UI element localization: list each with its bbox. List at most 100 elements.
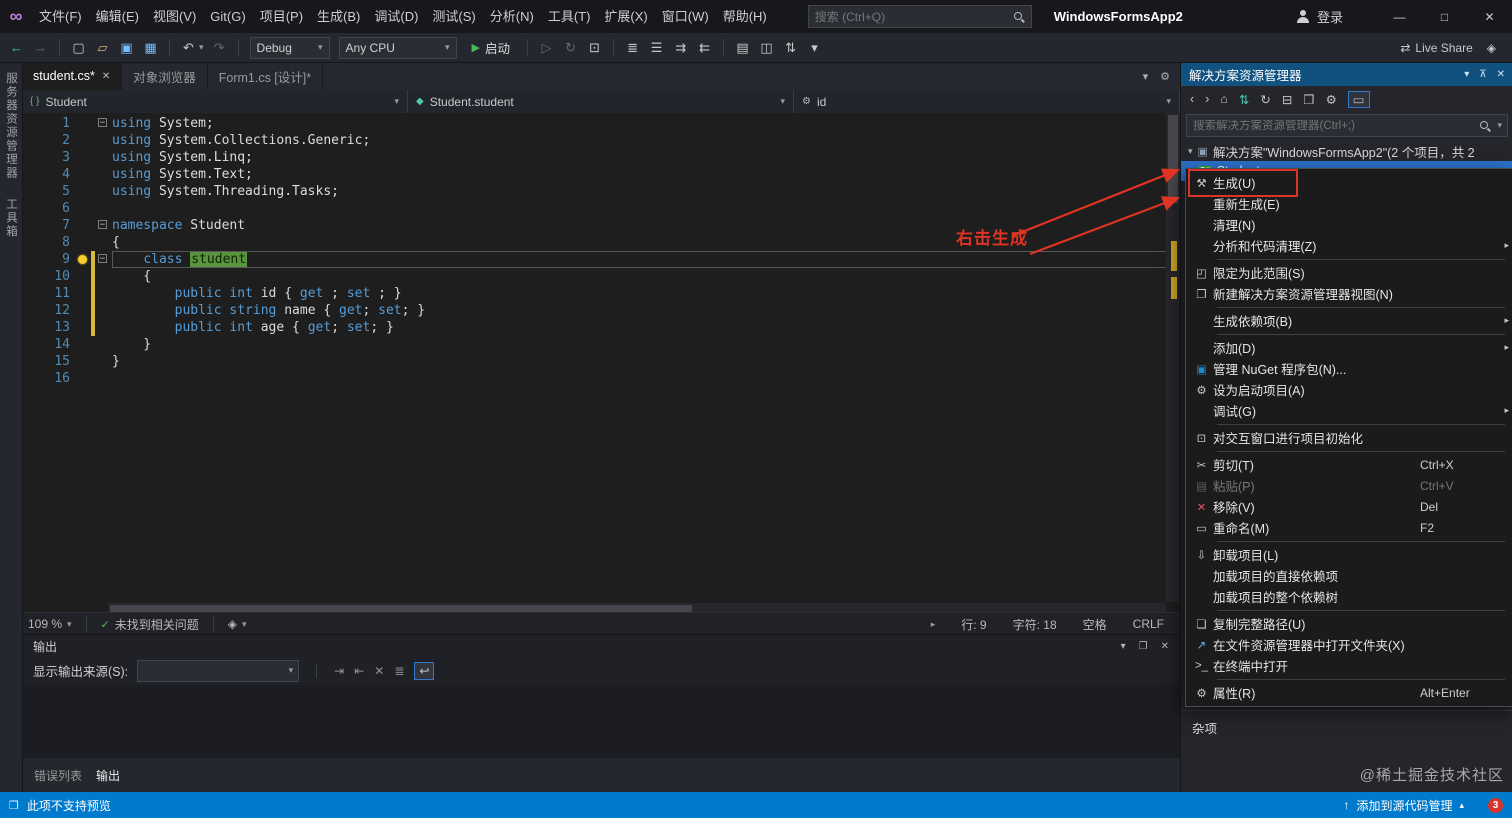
chevron-down-icon[interactable]: ▾: [1121, 641, 1126, 652]
forward-icon[interactable]: ›: [1205, 92, 1209, 106]
platform-dropdown[interactable]: Any CPU ▾: [338, 36, 457, 59]
panel-tab[interactable]: 输出: [96, 767, 120, 784]
maximize-button[interactable]: □: [1422, 0, 1467, 33]
code-line[interactable]: 9 class student: [22, 251, 1180, 268]
save-icon[interactable]: ▣: [116, 40, 137, 56]
more-options-icon[interactable]: ▾: [804, 40, 825, 56]
search-input[interactable]: [808, 9, 1007, 24]
refresh-icon[interactable]: ↻: [560, 40, 581, 56]
clear-all-icon[interactable]: ✕: [374, 664, 384, 678]
redo-icon[interactable]: ↷: [209, 40, 230, 56]
breadcrumb-segment-2[interactable]: ◆ Student.student ▾: [408, 90, 794, 113]
menu-item[interactable]: 调试(D): [367, 0, 425, 33]
context-menu-item[interactable]: 加载项目的直接依赖项: [1186, 565, 1512, 586]
column-indicator[interactable]: 字符: 18: [1013, 616, 1057, 633]
code-line[interactable]: 15}: [22, 353, 1180, 370]
context-menu-item[interactable]: ❏ 复制完整路径(U): [1186, 613, 1512, 634]
indent-icon[interactable]: ⇉: [670, 40, 691, 56]
code-line[interactable]: 10 {: [22, 268, 1180, 285]
menu-item[interactable]: 帮助(H): [716, 0, 774, 33]
refresh-icon[interactable]: ↻: [1260, 92, 1270, 107]
goto-message-icon[interactable]: ⇥: [334, 664, 344, 678]
code-editor[interactable]: 1 using System; 2 using System.Collections.…: [22, 113, 1180, 614]
run-without-debug-icon[interactable]: ▷: [536, 40, 557, 56]
context-menu-item[interactable]: ↗ 在文件资源管理器中打开文件夹(X): [1186, 634, 1512, 655]
save-all-icon[interactable]: ▦: [140, 40, 161, 56]
open-folder-icon[interactable]: ▱: [92, 40, 113, 56]
context-menu-item[interactable]: ⚒ 生成(U): [1186, 169, 1512, 197]
menu-item[interactable]: 视图(V): [146, 0, 203, 33]
minimize-button[interactable]: —: [1377, 0, 1422, 33]
editor-options-icon[interactable]: ⚙: [1160, 70, 1170, 83]
menu-item[interactable]: 扩展(X): [597, 0, 654, 33]
start-button[interactable]: ▶ 启动: [463, 38, 519, 57]
breadcrumb-segment-1[interactable]: { } Student ▾: [22, 90, 408, 113]
collapse-all-icon[interactable]: ⊟: [1282, 92, 1292, 107]
toggle-lines-icon[interactable]: ≣: [394, 664, 404, 678]
home-icon[interactable]: ⌂: [1220, 92, 1228, 106]
context-menu-item[interactable]: ▤ 粘贴(P) Ctrl+V: [1186, 475, 1512, 496]
context-menu-item[interactable]: ❐ 新建解决方案资源管理器视图(N): [1186, 283, 1512, 304]
source-control-button[interactable]: ↑ 添加到源代码管理 ▴: [1343, 797, 1464, 814]
navigate-forward-icon[interactable]: →: [30, 40, 51, 55]
side-tool-tab-2[interactable]: 工具箱: [3, 198, 19, 239]
context-menu-item[interactable]: ⇩ 卸载项目(L): [1186, 544, 1512, 565]
context-menu-item[interactable]: ⊡ 对交互窗口进行项目初始化: [1186, 427, 1512, 448]
code-line[interactable]: 16: [22, 370, 1180, 387]
menu-item[interactable]: 测试(S): [425, 0, 482, 33]
menu-item[interactable]: 文件(F): [32, 0, 89, 33]
line-indicator[interactable]: 行: 9: [961, 616, 986, 633]
close-icon[interactable]: ✕: [1497, 69, 1505, 80]
context-menu-item[interactable]: >_ 在终端中打开: [1186, 655, 1512, 676]
code-metrics-indicator[interactable]: ◈ ▾: [222, 617, 253, 631]
context-menu-item[interactable]: ✕ 移除(V) Del: [1186, 496, 1512, 517]
comment-icon[interactable]: ▤: [732, 40, 753, 56]
live-share-button[interactable]: ⇄ Live Share: [1400, 41, 1472, 55]
zoom-control[interactable]: 109 % ▾: [22, 617, 78, 631]
code-line[interactable]: 6: [22, 200, 1180, 217]
solution-search-box[interactable]: ▾: [1186, 114, 1508, 137]
solution-search-input[interactable]: [1187, 119, 1474, 132]
side-tool-tab-1[interactable]: 服务器资源管理器: [3, 72, 19, 180]
context-menu-item[interactable]: ▣ 管理 NuGet 程序包(N)...: [1186, 358, 1512, 379]
restore-icon[interactable]: ❐: [1139, 641, 1148, 652]
word-wrap-icon[interactable]: ↩: [414, 661, 435, 680]
code-line[interactable]: 14 }: [22, 336, 1180, 353]
vertical-scrollbar[interactable]: [1166, 113, 1180, 602]
context-menu-item[interactable]: ▭ 重命名(M) F2: [1186, 517, 1512, 538]
menu-item[interactable]: 项目(P): [253, 0, 310, 33]
spaces-indicator[interactable]: 空格: [1083, 616, 1107, 633]
navigate-backward-icon[interactable]: ←: [6, 40, 27, 55]
solution-explorer-title-bar[interactable]: 解决方案资源管理器 ▾ ⊼ ✕: [1181, 62, 1512, 86]
scrollbar-thumb[interactable]: [110, 605, 692, 612]
context-menu-item[interactable]: 分析和代码清理(Z) ▸: [1186, 235, 1512, 256]
context-menu-item[interactable]: ⚙ 属性(R) Alt+Enter: [1186, 682, 1512, 703]
code-line[interactable]: 2 using System.Collections.Generic;: [22, 132, 1180, 149]
previous-message-icon[interactable]: ⇤: [354, 664, 364, 678]
document-tab-3[interactable]: Form1.cs [设计]*: [208, 62, 324, 90]
code-line[interactable]: 5 using System.Threading.Tasks;: [22, 183, 1180, 200]
list-icon[interactable]: ☰: [646, 40, 667, 56]
code-line[interactable]: 4 using System.Text;: [22, 166, 1180, 183]
close-icon[interactable]: ✕: [1161, 641, 1169, 652]
new-project-icon[interactable]: ▢: [68, 40, 89, 56]
output-panel-header[interactable]: 输出 ▾ ❐ ✕: [22, 635, 1180, 657]
breadcrumb-segment-3[interactable]: ⚙ id ▾: [794, 90, 1180, 113]
tree-item-solution[interactable]: ▾ ▣ 解决方案"WindowsFormsApp2"(2 个项目，共 2: [1181, 141, 1512, 161]
output-source-dropdown[interactable]: ▾: [137, 659, 300, 682]
line-ending-indicator[interactable]: CRLF: [1133, 617, 1164, 631]
menu-item[interactable]: 分析(N): [483, 0, 541, 33]
code-line[interactable]: 3 using System.Linq;: [22, 149, 1180, 166]
notification-badge[interactable]: 3: [1488, 797, 1503, 813]
properties-icon[interactable]: ⚙: [1326, 92, 1337, 107]
context-menu-item[interactable]: 添加(D) ▸: [1186, 337, 1512, 358]
sync-with-active-document-icon[interactable]: ⇅: [1239, 92, 1249, 107]
feedback-icon[interactable]: ◈: [1487, 41, 1496, 55]
context-menu-item[interactable]: 生成依赖项(B) ▸: [1186, 310, 1512, 331]
menu-item[interactable]: 窗口(W): [655, 0, 716, 33]
sort-icon[interactable]: ⇅: [780, 40, 801, 56]
menu-item[interactable]: 生成(B): [310, 0, 367, 33]
document-tab-1[interactable]: student.cs* ✕: [22, 62, 123, 90]
sign-in-button[interactable]: 登录: [1296, 7, 1343, 26]
breakpoint-icon[interactable]: ⊡: [584, 40, 605, 56]
